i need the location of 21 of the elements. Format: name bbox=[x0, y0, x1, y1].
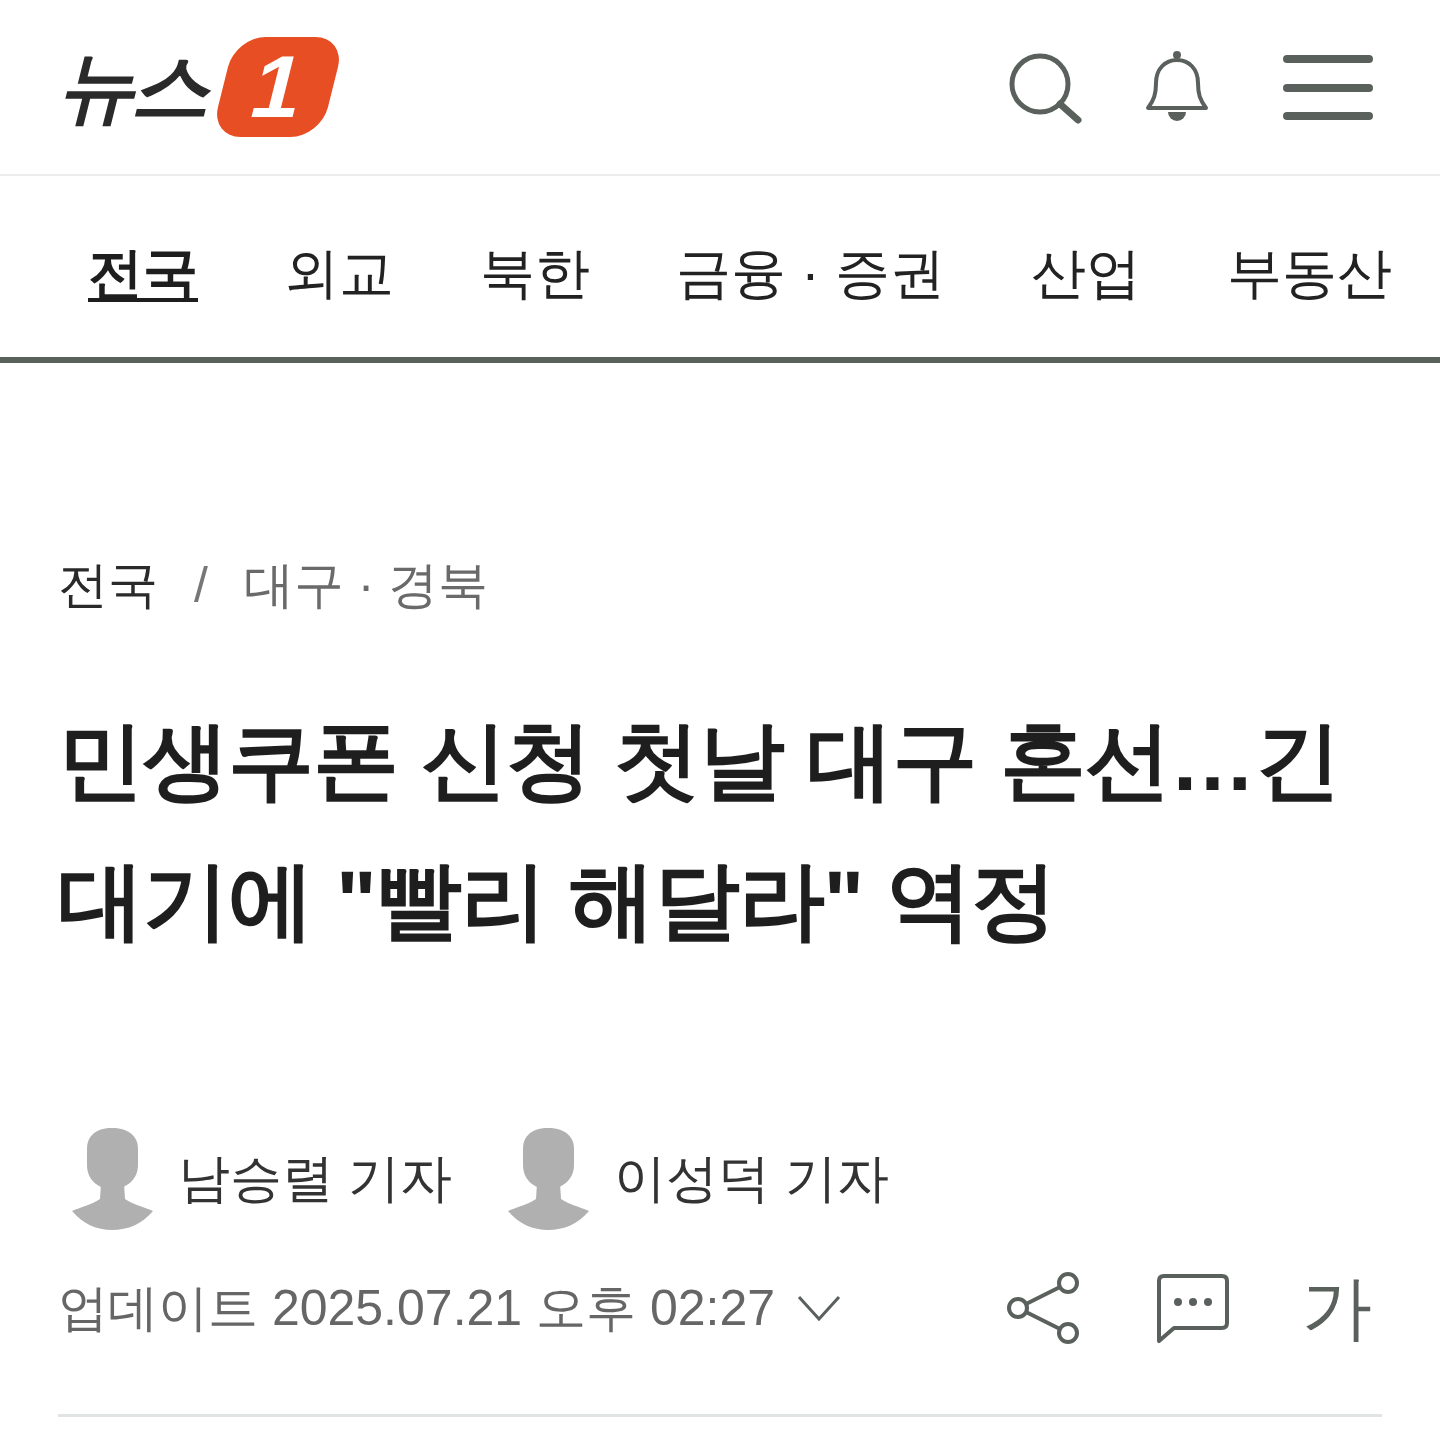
breadcrumb-link[interactable]: 전국 bbox=[58, 550, 158, 620]
nav-tab[interactable]: 산업 bbox=[1030, 240, 1141, 305]
update-timestamp: 업데이트 2025.07.21 오후 02:27 bbox=[58, 1279, 776, 1338]
avatar-silhouette-icon bbox=[72, 1126, 153, 1230]
reporter-name[interactable]: 남승렬 기자 bbox=[178, 1143, 453, 1213]
avatar-silhouette-icon bbox=[508, 1126, 590, 1230]
breadcrumb-separator: / bbox=[194, 556, 208, 615]
nav-tab[interactable]: 전국 bbox=[88, 240, 198, 305]
nav-tab[interactable]: 부동산 bbox=[1226, 240, 1392, 305]
comment-icon[interactable] bbox=[1156, 1273, 1230, 1343]
article-headline: 민생쿠폰 신청 첫날 대구 혼선…긴 대기에 "빨리 해달라" 역정 bbox=[58, 711, 1341, 950]
menu-icon[interactable] bbox=[1283, 53, 1373, 121]
nav-tab[interactable]: 금융 · 증권 bbox=[676, 240, 945, 305]
share-icon[interactable] bbox=[1006, 1270, 1080, 1346]
nav-tab[interactable]: 외교 bbox=[284, 240, 394, 305]
bell-icon[interactable] bbox=[1144, 50, 1210, 124]
reporter-name[interactable]: 이성덕 기자 bbox=[614, 1143, 889, 1213]
font-size-button[interactable]: 가 bbox=[1302, 1273, 1372, 1343]
nav-tab[interactable]: 북한 bbox=[480, 240, 590, 305]
chevron-down-icon[interactable] bbox=[797, 1295, 842, 1321]
breadcrumb-link[interactable]: 대구 · 경북 bbox=[243, 550, 489, 620]
